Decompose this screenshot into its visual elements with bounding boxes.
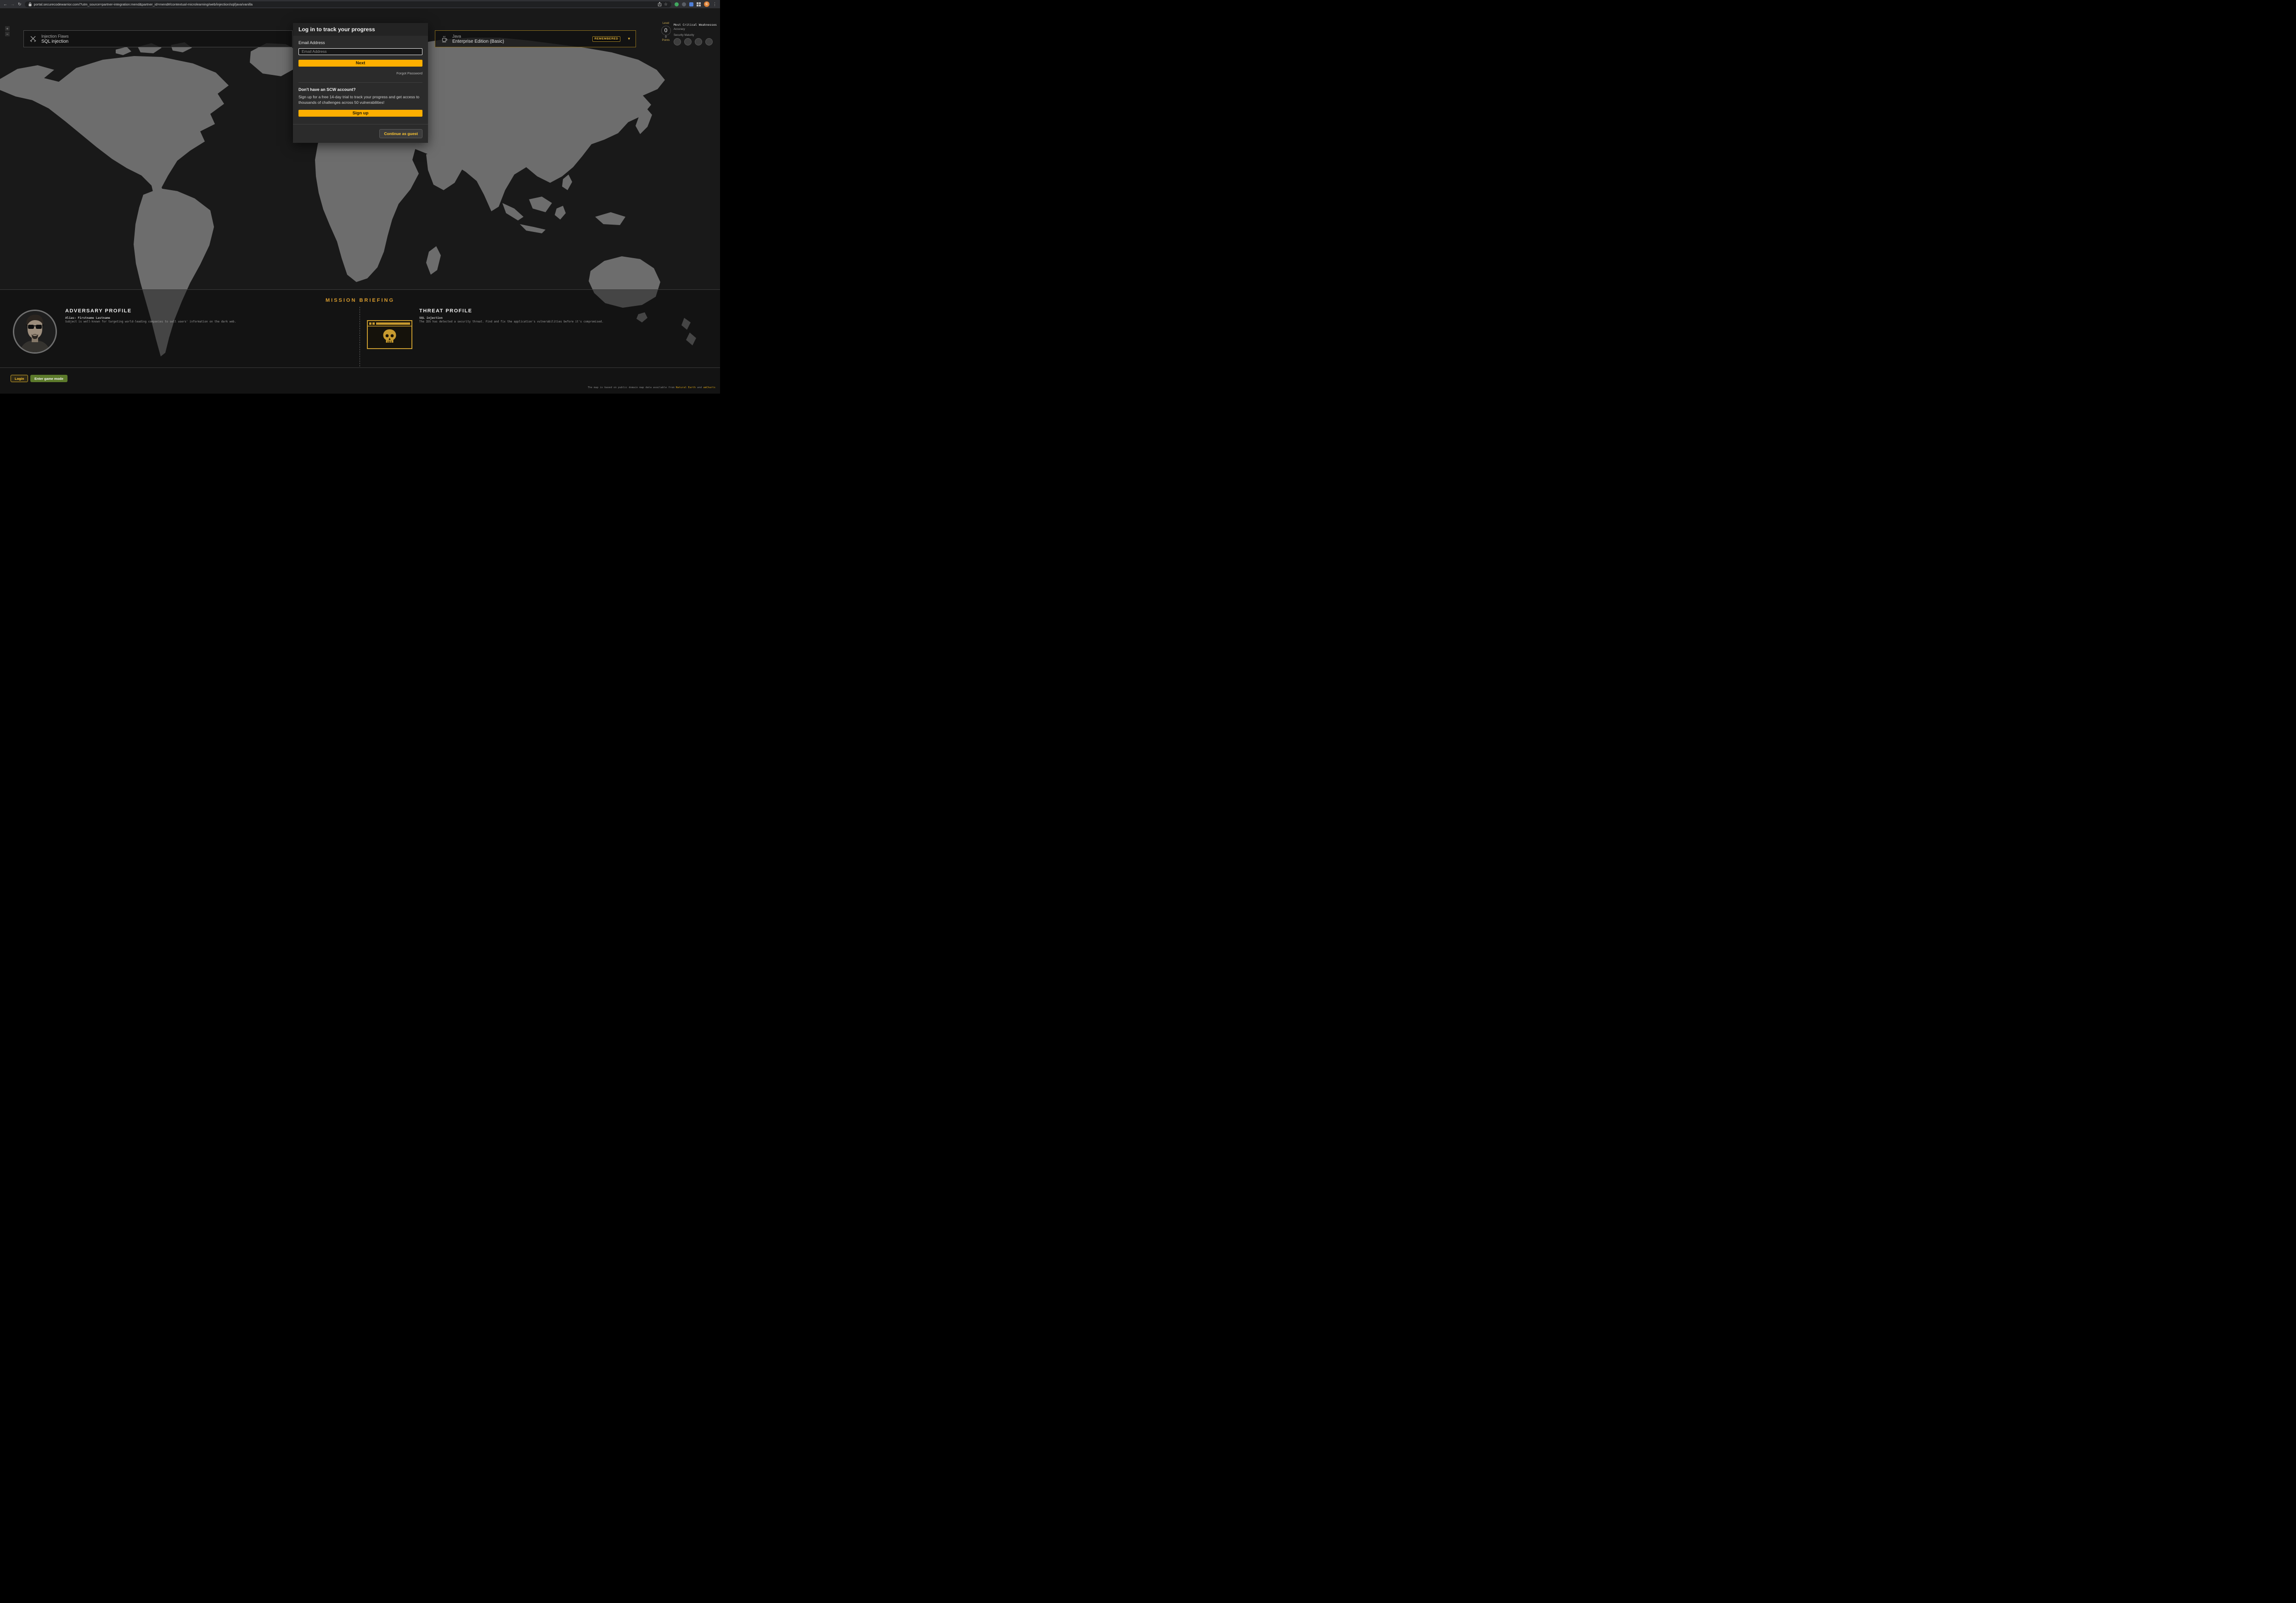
profile-avatar[interactable]: C — [704, 1, 709, 7]
extension-icon-dark[interactable] — [682, 2, 686, 6]
maturity-circle-2 — [684, 38, 692, 45]
category-title: Injection Flaws — [41, 34, 69, 39]
bookmark-star-icon[interactable]: ☆ — [664, 2, 668, 6]
language-selector-panel[interactable]: Java Enterprise Edition (Basic) REMEMBER… — [435, 30, 636, 47]
modal-divider — [298, 82, 422, 83]
login-modal: Log in to track your progress Email Addr… — [293, 23, 428, 143]
threat-description: The IDS has detected a security threat. … — [419, 320, 603, 323]
weaknesses-widget: Most Critical Weaknesses Accuracy Securi… — [674, 23, 719, 45]
extension-icon-green[interactable] — [675, 2, 679, 6]
adversary-alias: Alias: Firstname Lastname — [65, 316, 110, 320]
attribution-link-2[interactable]: amCharts — [703, 386, 716, 389]
attribution-text: The map is based on public domain map da… — [588, 386, 675, 389]
map-zoom-in-button[interactable]: + — [5, 26, 10, 31]
browser-chrome: ← → ↻ portal.securecodewarrior.com/?utm_… — [0, 0, 720, 8]
points-label: Points — [660, 39, 672, 42]
map-zoom-controls: + − — [5, 26, 10, 36]
back-icon[interactable]: ← — [3, 2, 7, 6]
weaknesses-title: Most Critical Weaknesses — [674, 23, 719, 27]
threat-profile-heading: THREAT PROFILE — [419, 308, 473, 314]
extension-icon-blue[interactable] — [689, 2, 693, 6]
adversary-face-image — [14, 311, 56, 352]
next-button[interactable]: Next — [298, 60, 422, 67]
maturity-circle-4 — [705, 38, 713, 45]
footer-divider — [0, 367, 720, 368]
login-modal-body: Email Address Next Forgot Password Don't… — [293, 36, 428, 117]
adversary-description: Subject is well-known for targeting worl… — [65, 320, 236, 323]
signup-description: Sign up for a free 14-day trial to track… — [298, 94, 422, 106]
attribution-and: and — [697, 386, 702, 389]
level-widget: Level 0 0 Points — [660, 22, 672, 42]
lock-icon — [28, 2, 32, 6]
login-modal-title: Log in to track your progress — [293, 23, 428, 36]
email-label: Email Address — [298, 40, 422, 45]
continue-as-guest-button[interactable]: Continue as guest — [379, 129, 422, 138]
adversary-avatar — [13, 310, 57, 354]
share-icon[interactable] — [658, 2, 662, 6]
category-subtitle: SQL injection — [41, 39, 69, 44]
forgot-password-link[interactable]: Forgot Password — [396, 71, 422, 75]
maturity-circle-3 — [695, 38, 702, 45]
reload-icon[interactable]: ↻ — [18, 2, 22, 6]
accuracy-label: Accuracy — [674, 28, 719, 31]
crossed-swords-icon — [29, 35, 37, 43]
map-zoom-out-button[interactable]: − — [5, 32, 10, 36]
chevron-down-icon[interactable]: ▾ — [628, 36, 630, 41]
extensions-puzzle-icon[interactable] — [697, 2, 701, 6]
language-title: Java — [452, 34, 504, 39]
maturity-label: Security Maturity — [674, 34, 719, 37]
portal-content: + − Injection Flaws SQL injection — [0, 8, 720, 394]
url-text: portal.securecodewarrior.com/?utm_source… — [34, 2, 655, 6]
maturity-circle-1 — [674, 38, 681, 45]
points-value: 0 — [660, 36, 672, 39]
mission-top-divider — [0, 289, 720, 290]
mission-section-backdrop — [0, 289, 720, 394]
address-bar[interactable]: portal.securecodewarrior.com/?utm_source… — [25, 1, 671, 7]
level-label: Level — [660, 22, 672, 25]
remembered-badge: REMEMBERED — [592, 36, 621, 42]
map-attribution: The map is based on public domain map da… — [588, 386, 715, 389]
threat-name: SQL injection — [419, 316, 443, 320]
login-button[interactable]: Login — [11, 375, 28, 382]
signup-button[interactable]: Sign up — [298, 110, 422, 117]
mission-briefing-title: MISSION BRIEFING — [0, 298, 720, 303]
language-subtitle: Enterprise Edition (Basic) — [452, 39, 504, 44]
adversary-profile-heading: ADVERSARY PROFILE — [65, 308, 132, 314]
maturity-circles — [674, 38, 719, 45]
attribution-link-1[interactable]: Natural Earth — [676, 386, 696, 389]
java-cup-icon — [441, 35, 448, 43]
enter-game-mode-button[interactable]: Enter game mode — [30, 375, 68, 382]
secure-code-warrior-portal: ← → ↻ portal.securecodewarrior.com/?utm_… — [0, 0, 720, 394]
email-input[interactable] — [298, 48, 422, 55]
browser-menu-icon[interactable]: ⋮ — [713, 2, 717, 7]
forward-icon[interactable]: → — [11, 2, 15, 6]
chrome-toolbar-right: C ⋮ — [675, 1, 717, 7]
skull-browser-icon — [367, 320, 412, 351]
login-modal-footer: Continue as guest — [293, 124, 428, 143]
no-account-heading: Don't have an SCW account? — [298, 87, 422, 92]
challenge-category-panel: Injection Flaws SQL injection — [23, 30, 293, 47]
level-value: 0 — [661, 26, 671, 35]
